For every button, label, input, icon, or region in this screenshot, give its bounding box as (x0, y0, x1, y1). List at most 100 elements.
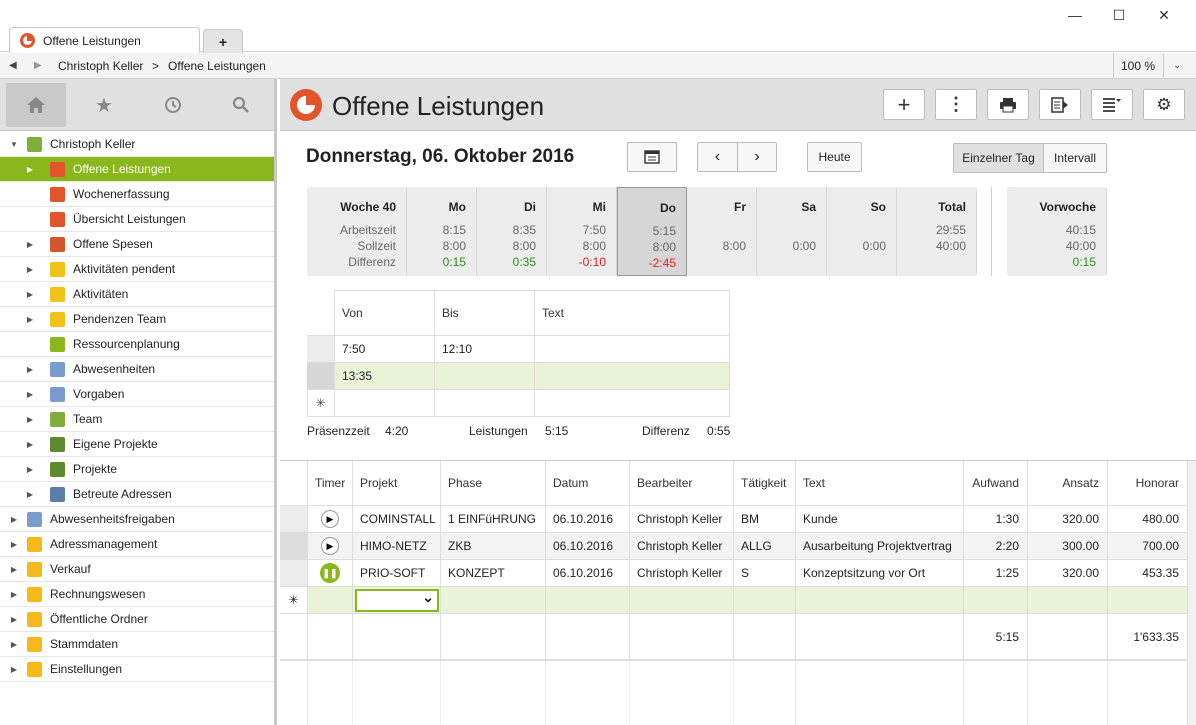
new-row-cell[interactable] (734, 587, 796, 614)
projekt-select[interactable]: ⌄ (355, 588, 439, 612)
sidebar-item-stammdaten[interactable]: ▶ Stammdaten (0, 632, 274, 657)
service-phase-cell[interactable]: 1 EINFüHRUNG (441, 506, 546, 533)
service-datum-cell[interactable]: 06.10.2016 (546, 533, 630, 560)
sidebar-item-ressourcenplanung[interactable]: Ressourcenplanung (0, 332, 274, 357)
expand-right-icon[interactable]: ▶ (25, 440, 35, 449)
header-aufwand[interactable]: Aufwand (964, 461, 1028, 506)
next-day-button[interactable]: › (737, 142, 777, 172)
service-projekt-cell[interactable]: HIMO-NETZ (353, 533, 441, 560)
expand-right-icon[interactable]: ▶ (9, 615, 19, 624)
expand-down-icon[interactable]: ▼ (9, 140, 19, 149)
play-icon[interactable]: ▶ (321, 537, 339, 555)
home-tab[interactable] (6, 83, 66, 127)
expand-right-icon[interactable]: ▶ (9, 515, 19, 524)
sidebar-item-betreute-adressen[interactable]: ▶ Betreute Adressen (0, 482, 274, 507)
presence-von-cell[interactable]: 13:35 (335, 363, 435, 390)
sidebar-item-pendenzen-team[interactable]: ▶ Pendenzen Team (0, 307, 274, 332)
day-column-do[interactable]: Do 5:15 8:00 -2:45 (617, 187, 687, 276)
presence-bis-cell[interactable]: 12:10 (435, 336, 535, 363)
header-text[interactable]: Text (535, 290, 730, 336)
sidebar-item-rechnungswesen[interactable]: ▶ Rechnungswesen (0, 582, 274, 607)
service-datum-cell[interactable]: 06.10.2016 (546, 506, 630, 533)
expand-right-icon[interactable]: ▶ (9, 565, 19, 574)
service-text-cell[interactable]: Ausarbeitung Projektvertrag (796, 533, 964, 560)
row-selector[interactable] (307, 336, 335, 363)
header-von[interactable]: Von (335, 290, 435, 336)
day-column-mi[interactable]: Mi 7:50 8:00 -0:10 (547, 187, 617, 276)
sidebar-item-verkauf[interactable]: ▶ Verkauf (0, 557, 274, 582)
expand-right-icon[interactable]: ▶ (9, 540, 19, 549)
header-honorar[interactable]: Honorar (1108, 461, 1188, 506)
new-row-icon[interactable]: ✳ (280, 587, 308, 614)
single-day-toggle[interactable]: Einzelner Tag (953, 143, 1044, 173)
minimize-button[interactable]: — (1062, 5, 1088, 25)
new-row-icon[interactable]: ✳ (307, 390, 335, 417)
row-selector[interactable] (280, 506, 308, 533)
interval-toggle[interactable]: Intervall (1043, 143, 1107, 173)
day-column-sa[interactable]: Sa 0:00 (757, 187, 827, 276)
vertical-scrollbar[interactable] (1187, 461, 1196, 725)
header-text[interactable]: Text (796, 461, 964, 506)
day-column-so[interactable]: So 0:00 (827, 187, 897, 276)
expand-right-icon[interactable]: ▶ (25, 290, 35, 299)
close-button[interactable]: ✕ (1151, 5, 1177, 25)
service-aufwand-cell[interactable]: 2:20 (964, 533, 1028, 560)
new-row-cell[interactable] (308, 587, 353, 614)
row-selector[interactable] (307, 363, 335, 390)
new-row-cell[interactable] (435, 390, 535, 417)
previous-day-button[interactable]: ‹ (697, 142, 738, 172)
header-phase[interactable]: Phase (441, 461, 546, 506)
more-button[interactable]: ⋮ (935, 89, 977, 120)
sidebar-item-projekte[interactable]: ▶ Projekte (0, 457, 274, 482)
expand-right-icon[interactable]: ▶ (25, 465, 35, 474)
presence-text-cell[interactable] (535, 363, 730, 390)
history-tab[interactable] (143, 83, 203, 127)
service-honorar-cell[interactable]: 480.00 (1108, 506, 1188, 533)
new-row-cell[interactable] (1028, 587, 1108, 614)
header-taetigkeit[interactable]: Tätigkeit (734, 461, 796, 506)
service-datum-cell[interactable]: 06.10.2016 (546, 560, 630, 587)
service-taetigkeit-cell[interactable]: S (734, 560, 796, 587)
header-projekt[interactable]: Projekt (353, 461, 441, 506)
new-row-cell[interactable] (535, 390, 730, 417)
sidebar-item-offene-spesen[interactable]: ▶ Offene Spesen (0, 232, 274, 257)
play-icon[interactable]: ▶ (321, 510, 339, 528)
previous-week-column[interactable]: Vorwoche 40:15 40:00 0:15 (1007, 187, 1107, 276)
new-row-cell[interactable] (1108, 587, 1188, 614)
expand-right-icon[interactable]: ▶ (25, 365, 35, 374)
service-phase-cell[interactable]: KONZEPT (441, 560, 546, 587)
calendar-button[interactable] (627, 142, 677, 172)
service-projekt-cell[interactable]: PRIO-SOFT (353, 560, 441, 587)
service-honorar-cell[interactable]: 453.35 (1108, 560, 1188, 587)
expand-right-icon[interactable]: ▶ (25, 415, 35, 424)
service-bearbeiter-cell[interactable]: Christoph Keller (630, 506, 734, 533)
header-bis[interactable]: Bis (435, 290, 535, 336)
expand-right-icon[interactable]: ▶ (25, 165, 35, 174)
new-row-cell[interactable] (964, 587, 1028, 614)
sidebar-item-öffentliche-ordner[interactable]: ▶ Öffentliche Ordner (0, 607, 274, 632)
new-tab-button[interactable]: + (203, 29, 243, 53)
list-options-button[interactable] (1091, 89, 1133, 120)
service-projekt-cell[interactable]: COMINSTALL (353, 506, 441, 533)
day-column-fr[interactable]: Fr 8:00 (687, 187, 757, 276)
header-bearbeiter[interactable]: Bearbeiter (630, 461, 734, 506)
sidebar-item-offene-leistungen[interactable]: ▶ Offene Leistungen (0, 157, 274, 182)
chevron-down-icon[interactable]: ⌄ (1173, 60, 1181, 71)
tab-offene-leistungen[interactable]: Offene Leistungen (9, 27, 200, 53)
expand-right-icon[interactable]: ▶ (25, 315, 35, 324)
sidebar-item-wochenerfassung[interactable]: Wochenerfassung (0, 182, 274, 207)
service-honorar-cell[interactable]: 700.00 (1108, 533, 1188, 560)
service-bearbeiter-cell[interactable]: Christoph Keller (630, 533, 734, 560)
maximize-button[interactable]: ☐ (1106, 5, 1132, 25)
new-row-cell[interactable] (630, 587, 734, 614)
breadcrumb-item-current[interactable]: Offene Leistungen (168, 59, 266, 73)
sidebar-item-abwesenheitsfreigaben[interactable]: ▶ Abwesenheitsfreigaben (0, 507, 274, 532)
service-ansatz-cell[interactable]: 320.00 (1028, 506, 1108, 533)
sidebar-item-abwesenheiten[interactable]: ▶ Abwesenheiten (0, 357, 274, 382)
expand-right-icon[interactable]: ▶ (25, 265, 35, 274)
expand-right-icon[interactable]: ▶ (25, 390, 35, 399)
expand-right-icon[interactable]: ▶ (25, 490, 35, 499)
expand-right-icon[interactable]: ▶ (9, 665, 19, 674)
sidebar-item-aktivitäten-pendent[interactable]: ▶ Aktivitäten pendent (0, 257, 274, 282)
service-bearbeiter-cell[interactable]: Christoph Keller (630, 560, 734, 587)
